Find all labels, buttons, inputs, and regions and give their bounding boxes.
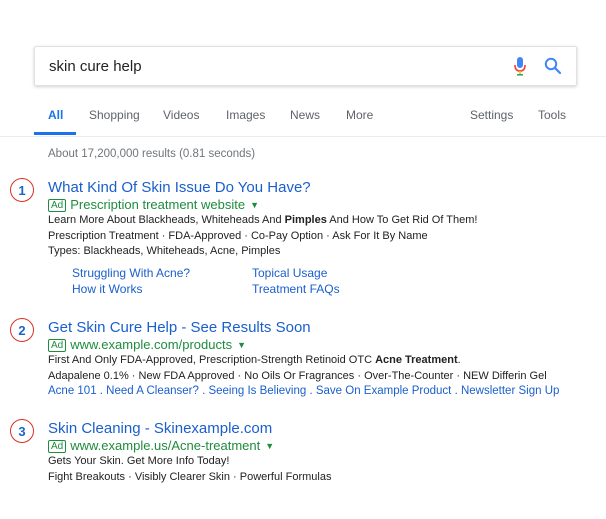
ad-number-marker: 1	[10, 178, 34, 202]
ad-extension: Fight Breakouts · Visibly Clearer Skin ·…	[48, 470, 332, 483]
ad-result-2: 2 Get Skin Cure Help - See Results Soon …	[10, 318, 559, 400]
ad-badge: Ad	[48, 338, 67, 352]
ad-number-marker: 2	[10, 318, 34, 342]
ad-sitelinks: Struggling With Acne? Topical Usage How …	[48, 266, 477, 302]
search-box[interactable]: skin cure help	[34, 46, 577, 86]
ad-display-url: www.example.com/products	[70, 337, 233, 352]
ad-extension: Adapalene 0.1% · New FDA Approved · No O…	[48, 369, 547, 382]
active-tab-indicator	[34, 132, 76, 135]
ad-sitelinks-inline[interactable]: Acne 101 . Need A Cleanser? . Seeing Is …	[48, 384, 559, 400]
tab-tools[interactable]: Tools	[538, 108, 566, 122]
ad-result-1: 1 What Kind Of Skin Issue Do You Have? A…	[10, 178, 478, 302]
dropdown-caret-icon[interactable]: ▼	[265, 438, 274, 454]
sitelink[interactable]: Treatment FAQs	[252, 282, 340, 296]
tab-all[interactable]: All	[48, 108, 63, 122]
ad-badge: Ad	[48, 439, 67, 453]
ad-title[interactable]: Get Skin Cure Help - See Results Soon	[48, 318, 559, 337]
search-icon[interactable]	[544, 57, 562, 80]
search-input[interactable]: skin cure help	[49, 58, 142, 75]
ad-result-3: 3 Skin Cleaning - Skinexample.com Ad www…	[10, 419, 332, 485]
ad-url-line: Ad Prescription treatment website ▼	[48, 197, 477, 213]
tab-more[interactable]: More	[346, 108, 373, 122]
microphone-icon[interactable]	[513, 56, 527, 81]
tab-shopping[interactable]: Shopping	[89, 108, 140, 122]
sitelink[interactable]: Topical Usage	[252, 266, 327, 280]
ad-title[interactable]: Skin Cleaning - Skinexample.com	[48, 419, 331, 438]
dropdown-caret-icon[interactable]: ▼	[250, 197, 259, 213]
sitelink[interactable]: Struggling With Acne?	[72, 266, 190, 280]
ad-structured-snippet: Types: Blackheads, Whiteheads, Acne, Pim…	[48, 245, 281, 257]
tab-news[interactable]: News	[290, 108, 320, 122]
tab-settings[interactable]: Settings	[470, 108, 513, 122]
result-stats: About 17,200,000 results (0.81 seconds)	[48, 148, 256, 160]
ad-url-line: Ad www.example.us/Acne-treatment ▼	[48, 438, 331, 454]
ad-badge: Ad	[48, 198, 67, 212]
dropdown-caret-icon[interactable]: ▼	[237, 337, 246, 353]
tab-images[interactable]: Images	[226, 108, 265, 122]
ad-extension: Prescription Treatment · FDA-Approved · …	[48, 229, 428, 242]
ad-display-url: www.example.us/Acne-treatment	[70, 438, 261, 453]
ad-url-line: Ad www.example.com/products ▼	[48, 337, 559, 353]
ad-description: Gets Your Skin. Get More Info Today!	[48, 455, 230, 467]
sitelink[interactable]: How it Works	[72, 282, 142, 296]
ad-number-marker: 3	[10, 419, 34, 443]
ad-description: First And Only FDA-Approved, Prescriptio…	[48, 354, 461, 366]
tab-videos[interactable]: Videos	[163, 108, 199, 122]
ad-description: Learn More About Blackheads, Whiteheads …	[48, 214, 478, 226]
ad-title[interactable]: What Kind Of Skin Issue Do You Have?	[48, 178, 477, 197]
ad-display-url: Prescription treatment website	[70, 197, 246, 212]
search-tabs: All Shopping Videos Images News More Set…	[0, 108, 606, 137]
